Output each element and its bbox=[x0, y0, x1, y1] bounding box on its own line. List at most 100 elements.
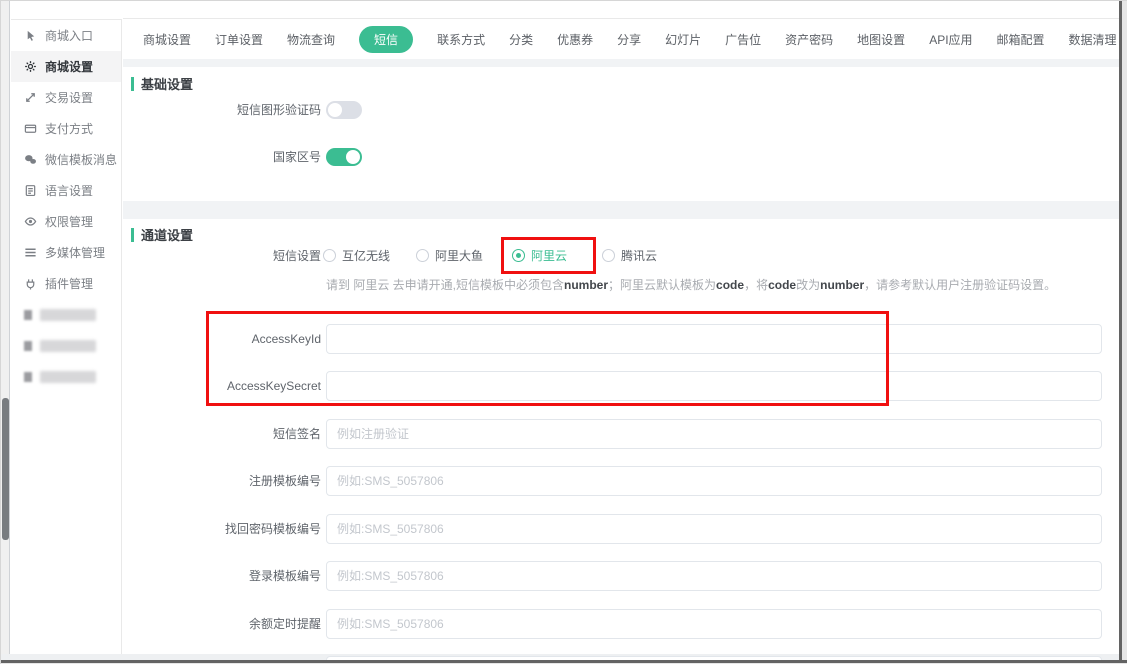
accesskeysecret-input[interactable] bbox=[326, 371, 1102, 401]
wechat-icon bbox=[24, 153, 37, 166]
register-template-input[interactable] bbox=[326, 466, 1102, 496]
tab-api-app[interactable]: API应用 bbox=[929, 31, 972, 48]
sidebar-item-label: 交易设置 bbox=[45, 89, 93, 106]
sms-captcha-toggle[interactable] bbox=[326, 101, 362, 119]
tab-data-cleanup[interactable]: 数据清理 bbox=[1069, 31, 1117, 48]
trade-arrows-icon bbox=[24, 91, 37, 104]
register-template-label: 注册模板编号 bbox=[131, 466, 321, 496]
toggle-knob bbox=[346, 150, 360, 164]
help-keyword: number bbox=[820, 278, 864, 292]
tab-coupon[interactable]: 优惠券 bbox=[557, 31, 593, 48]
balance-reminder-label: 余额定时提醒 bbox=[131, 609, 321, 639]
tab-category[interactable]: 分类 bbox=[509, 31, 533, 48]
section-title: 基础设置 bbox=[141, 74, 193, 93]
toggle-knob bbox=[328, 103, 342, 117]
tab-mail-config[interactable]: 邮箱配置 bbox=[997, 31, 1045, 48]
sidebar-item-redacted-3[interactable] bbox=[11, 361, 121, 392]
radio-aliyun[interactable]: 阿里云 bbox=[512, 247, 567, 264]
mall-entry-icon bbox=[24, 29, 37, 42]
sidebar-item-payment-methods[interactable]: 支付方式 bbox=[11, 113, 121, 144]
radio-circle-icon bbox=[512, 249, 525, 262]
channel-settings-card: 通道设置 短信设置 互亿无线 阿里大鱼 阿里云 腾讯云 bbox=[123, 219, 1119, 654]
section-gap bbox=[123, 201, 1119, 219]
sidebar-item-label: 权限管理 bbox=[45, 213, 93, 230]
sidebar-item-mall-settings[interactable]: 商城设置 bbox=[11, 51, 121, 82]
tab-mall-settings[interactable]: 商城设置 bbox=[143, 31, 191, 48]
balance-reminder-input[interactable] bbox=[326, 609, 1102, 639]
list-icon bbox=[24, 246, 37, 259]
accesskeysecret-label: AccessKeySecret bbox=[131, 371, 321, 401]
section-accent-bar bbox=[131, 228, 134, 242]
login-template-label: 登录模板编号 bbox=[131, 561, 321, 591]
radio-label: 阿里大鱼 bbox=[435, 247, 483, 264]
basic-settings-card: 基础设置 短信图形验证码 国家区号 bbox=[123, 67, 1119, 201]
tab-asset-password[interactable]: 资产密码 bbox=[785, 31, 833, 48]
sidebar-item-redacted-1[interactable] bbox=[11, 299, 121, 330]
radio-label: 腾讯云 bbox=[621, 247, 657, 264]
radio-circle-icon bbox=[323, 249, 336, 262]
sidebar-item-plugin-manager[interactable]: 插件管理 bbox=[11, 268, 121, 299]
aliyun-help-text: 请到 阿里云 去申请开通,短信模板中必须包含number；阿里云默认模板为cod… bbox=[326, 276, 1056, 293]
sidebar-item-media-manager[interactable]: 多媒体管理 bbox=[11, 237, 121, 268]
help-segment: 改为 bbox=[796, 278, 820, 292]
sidebar-item-label: 插件管理 bbox=[45, 275, 93, 292]
password-recovery-template-label: 找回密码模板编号 bbox=[131, 514, 321, 544]
country-code-label: 国家区号 bbox=[131, 148, 321, 166]
help-segment: ，将 bbox=[744, 278, 768, 292]
credit-card-icon bbox=[24, 122, 37, 135]
sidebar: 商城入口 商城设置 交易设置 支付方式 微信模板消息 语言设置 权限管理 多媒 bbox=[11, 19, 122, 654]
password-recovery-template-input[interactable] bbox=[326, 514, 1102, 544]
window-left-gutter bbox=[1, 1, 10, 664]
redacted-icon bbox=[24, 310, 32, 320]
channel-settings-header: 通道设置 bbox=[131, 225, 193, 244]
left-scrollbar-thumb[interactable] bbox=[2, 398, 9, 540]
help-keyword: code bbox=[716, 278, 744, 292]
section-accent-bar bbox=[131, 77, 134, 91]
aliyun-annotation-box: 阿里云 bbox=[501, 237, 596, 274]
sidebar-item-label: 商城设置 bbox=[45, 58, 93, 75]
sms-signature-input[interactable] bbox=[326, 419, 1102, 449]
help-keyword: code bbox=[768, 278, 796, 292]
tab-ad-slot[interactable]: 广告位 bbox=[725, 31, 761, 48]
settings-tabbar: 商城设置 订单设置 物流查询 短信 联系方式 分类 优惠券 分享 幻灯片 广告位… bbox=[123, 18, 1119, 59]
help-segment: ，请参考默认用户注册验证码设置。 bbox=[864, 278, 1056, 292]
sidebar-item-trade-settings[interactable]: 交易设置 bbox=[11, 82, 121, 113]
radio-ali-dayu[interactable]: 阿里大鱼 bbox=[416, 247, 483, 264]
redacted-icon bbox=[24, 341, 32, 351]
redacted-label bbox=[40, 309, 96, 321]
tab-share[interactable]: 分享 bbox=[617, 31, 641, 48]
admin-window: 商城入口 商城设置 交易设置 支付方式 微信模板消息 语言设置 权限管理 多媒 bbox=[0, 0, 1127, 664]
help-segment: 请到 阿里云 去申请开通,短信模板中必须包含 bbox=[326, 278, 564, 292]
sidebar-item-label: 商城入口 bbox=[45, 27, 93, 44]
tab-logistics-query[interactable]: 物流查询 bbox=[287, 31, 335, 48]
sidebar-item-wechat-template[interactable]: 微信模板消息 bbox=[11, 144, 121, 175]
help-keyword: number bbox=[564, 278, 608, 292]
login-template-input[interactable] bbox=[326, 561, 1102, 591]
radio-tencent-cloud[interactable]: 腾讯云 bbox=[602, 247, 657, 264]
tab-contact[interactable]: 联系方式 bbox=[437, 31, 485, 48]
sidebar-item-label: 微信模板消息 bbox=[45, 151, 117, 168]
country-code-toggle[interactable] bbox=[326, 148, 362, 166]
plugin-icon bbox=[24, 277, 37, 290]
tab-slideshow[interactable]: 幻灯片 bbox=[665, 31, 701, 48]
radio-circle-icon bbox=[602, 249, 615, 262]
sidebar-item-mall-entry[interactable]: 商城入口 bbox=[11, 20, 121, 51]
sidebar-item-permissions[interactable]: 权限管理 bbox=[11, 206, 121, 237]
sidebar-item-redacted-2[interactable] bbox=[11, 330, 121, 361]
tab-map-settings[interactable]: 地图设置 bbox=[857, 31, 905, 48]
window-right-edge bbox=[1122, 1, 1127, 664]
section-gap bbox=[123, 59, 1119, 67]
redacted-label bbox=[40, 340, 96, 352]
radio-huyi-wireless[interactable]: 互亿无线 bbox=[323, 247, 390, 264]
basic-settings-header: 基础设置 bbox=[131, 74, 193, 93]
sidebar-item-label: 支付方式 bbox=[45, 120, 93, 137]
eye-icon bbox=[24, 215, 37, 228]
language-icon bbox=[24, 184, 37, 197]
tab-sms[interactable]: 短信 bbox=[359, 26, 413, 53]
accesskeyid-label: AccessKeyId bbox=[131, 324, 321, 354]
tab-order-settings[interactable]: 订单设置 bbox=[215, 31, 263, 48]
radio-circle-icon bbox=[416, 249, 429, 262]
sidebar-item-label: 多媒体管理 bbox=[45, 244, 105, 261]
accesskeyid-input[interactable] bbox=[326, 324, 1102, 354]
sidebar-item-language-settings[interactable]: 语言设置 bbox=[11, 175, 121, 206]
